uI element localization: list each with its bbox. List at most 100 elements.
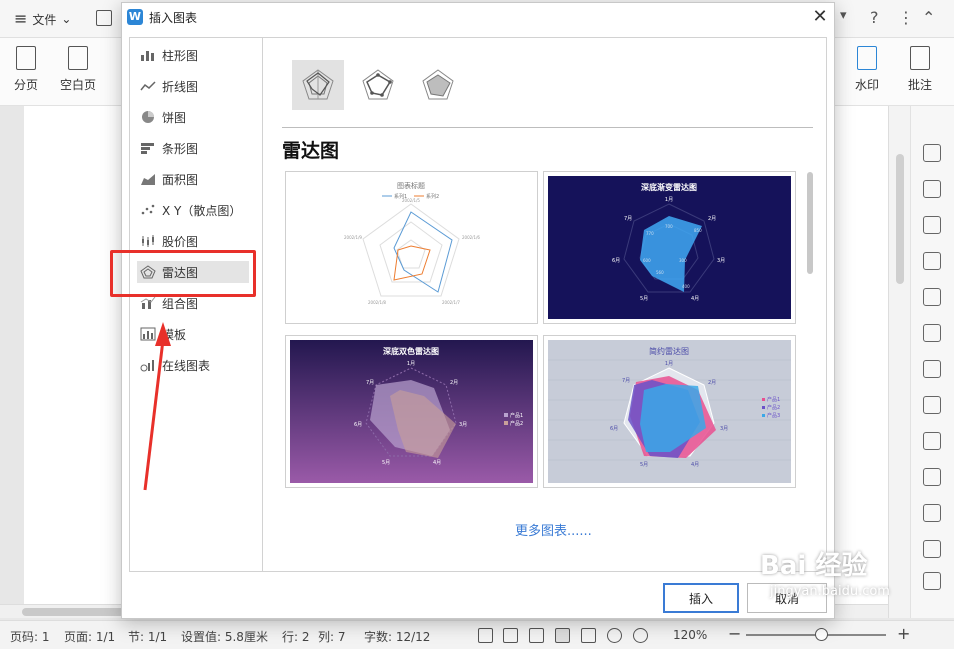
collapse-icon[interactable]: ⌃ bbox=[922, 8, 935, 30]
status-section: 节: 1/1 bbox=[128, 630, 168, 644]
dialog-body: 柱形图 折线图 饼图 条形图 面积图 X Y（散点图） 股价图 雷达图 组合图 模板 在线图表 bbox=[129, 37, 827, 572]
picture-icon[interactable] bbox=[923, 572, 941, 590]
annotation-highlight-box bbox=[110, 250, 256, 297]
chart-category-item[interactable]: 柱形图 bbox=[137, 44, 249, 66]
wps-logo-icon: W bbox=[127, 9, 143, 25]
chart-template-card[interactable]: 深底双色雷达图 1月 2月 3月 4月 5月 6月 7月 产品1 产品2 bbox=[285, 335, 538, 488]
chart-category-item[interactable]: 折线图 bbox=[137, 75, 249, 97]
shapes-icon[interactable] bbox=[923, 216, 941, 234]
save-icon[interactable] bbox=[96, 10, 112, 26]
card-4-legend-2: 产品2 bbox=[767, 404, 780, 411]
file-menu-button[interactable]: ≡ 文件 ⌄ bbox=[14, 9, 71, 29]
cursor-icon[interactable] bbox=[923, 180, 941, 198]
settings-sliders-icon[interactable] bbox=[923, 396, 941, 414]
chart-category-label: 饼图 bbox=[162, 110, 187, 125]
zoom-in-icon[interactable]: + bbox=[897, 624, 910, 643]
radar-preview-simple: 简约雷达图 1月 2月 3月 4月 5月 6月 7月 产品1 产品2 产品3 bbox=[548, 340, 791, 483]
translate-icon[interactable] bbox=[923, 504, 941, 522]
chart-icon[interactable] bbox=[923, 360, 941, 378]
card-2-axis-5: 5月 bbox=[640, 296, 648, 302]
file-menu-label: 文件 bbox=[32, 12, 57, 27]
chart-template-card[interactable]: 深底渐变雷达图 1月 2月 3月 4月 5月 6月 7月 700 850 300 bbox=[543, 171, 796, 324]
right-tool-rail bbox=[910, 106, 954, 618]
card-1-axis-2: 2002/1/6 bbox=[462, 235, 480, 240]
card-2-value-3: 300 bbox=[679, 258, 687, 263]
radar-subtype-list bbox=[292, 60, 464, 110]
chart-category-item[interactable]: 模板 bbox=[137, 323, 249, 345]
dropdown-icon[interactable]: ▾ bbox=[840, 8, 847, 30]
radar-filled-type[interactable] bbox=[412, 60, 464, 110]
radar-basic-icon bbox=[302, 69, 334, 100]
chart-category-item[interactable]: 面积图 bbox=[137, 168, 249, 190]
chart-category-label: 条形图 bbox=[162, 141, 199, 156]
page-view-icon[interactable] bbox=[555, 628, 570, 643]
comment-icon bbox=[910, 46, 930, 70]
card-2-value-1: 700 bbox=[665, 224, 673, 229]
chart-category-item[interactable]: 饼图 bbox=[137, 106, 249, 128]
image-icon[interactable] bbox=[923, 432, 941, 450]
card-3-axis-1: 1月 bbox=[407, 361, 415, 367]
radar-marker-icon bbox=[362, 69, 394, 100]
grid-icon[interactable] bbox=[923, 324, 941, 342]
read-mode-icon[interactable] bbox=[503, 628, 518, 643]
help-icon[interactable]: ? bbox=[870, 8, 879, 30]
card-3-axis-5: 5月 bbox=[382, 460, 390, 466]
card-2-value-4: 400 bbox=[682, 284, 690, 289]
baidu-watermark-url: jingyan.baidu.com bbox=[770, 584, 890, 599]
radar-basic-type[interactable] bbox=[292, 60, 344, 110]
card-4-axis-7: 7月 bbox=[622, 378, 630, 384]
chart-category-item[interactable]: 股价图 bbox=[137, 230, 249, 252]
vertical-scrollbar[interactable] bbox=[888, 106, 910, 618]
baidu-watermark: Bai 经验 bbox=[760, 551, 868, 581]
zoom-slider-knob[interactable] bbox=[815, 628, 828, 641]
fullscreen-icon[interactable] bbox=[478, 628, 493, 643]
chart-gallery: 图表标题 系列1 系列2 2002/1/5 2002/1/6 2002/1/7 bbox=[285, 171, 797, 489]
card-4-axis-5: 5月 bbox=[640, 462, 648, 468]
more-icon[interactable]: ⋮ bbox=[898, 8, 914, 30]
share-icon[interactable] bbox=[923, 468, 941, 486]
watermark-button[interactable]: 水印 bbox=[855, 46, 879, 93]
page-break-button[interactable]: 分页 bbox=[14, 46, 38, 93]
chevron-down-icon: ⌄ bbox=[61, 12, 72, 26]
area-chart-icon bbox=[140, 172, 156, 186]
chart-category-label: 柱形图 bbox=[162, 48, 199, 63]
chart-template-card[interactable]: 图表标题 系列1 系列2 2002/1/5 2002/1/6 2002/1/7 bbox=[285, 171, 538, 324]
gallery-scrollbar[interactable] bbox=[807, 172, 813, 274]
watermark-icon bbox=[857, 46, 877, 70]
zoom-out-icon[interactable]: − bbox=[728, 624, 741, 643]
chart-category-item[interactable]: X Y（散点图） bbox=[137, 199, 249, 221]
more-charts-link[interactable]: 更多图表...... bbox=[515, 520, 592, 539]
card-4-axis-1: 1月 bbox=[665, 361, 673, 367]
status-chars: 字数: 12/12 bbox=[364, 630, 431, 644]
radar-marker-type[interactable] bbox=[352, 60, 404, 110]
vertical-scroll-thumb[interactable] bbox=[896, 154, 904, 284]
horizontal-bar-icon bbox=[140, 141, 156, 155]
chart-category-item[interactable]: 在线图表 bbox=[137, 354, 249, 376]
style-icon[interactable] bbox=[923, 252, 941, 270]
status-page: 页码: 1 bbox=[10, 630, 50, 644]
chart-category-label: 模板 bbox=[162, 327, 187, 342]
card-2-axis-2: 2月 bbox=[708, 216, 716, 222]
eye-icon[interactable] bbox=[633, 628, 648, 643]
pen-icon[interactable] bbox=[923, 144, 941, 162]
radar-preview-dual: 深底双色雷达图 1月 2月 3月 4月 5月 6月 7月 产品1 产品2 bbox=[290, 340, 533, 483]
edit-icon[interactable] bbox=[529, 628, 544, 643]
chart-template-card[interactable]: 简约雷达图 1月 2月 3月 4月 5月 6月 7月 产品1 产品2 产品3 bbox=[543, 335, 796, 488]
hamburger-icon: ≡ bbox=[14, 9, 28, 28]
dialog-title: 插入图表 bbox=[149, 11, 198, 25]
card-3-title: 深底双色雷达图 bbox=[383, 346, 439, 356]
blank-page-button[interactable]: 空白页 bbox=[60, 46, 96, 93]
card-2-axis-3: 3月 bbox=[717, 258, 725, 264]
radar-preview-basic: 图表标题 系列1 系列2 2002/1/5 2002/1/6 2002/1/7 bbox=[290, 176, 533, 319]
table-icon[interactable] bbox=[923, 288, 941, 306]
zoom-level[interactable]: 120% bbox=[673, 628, 707, 642]
close-icon[interactable]: ✕ bbox=[808, 5, 832, 29]
insert-button[interactable]: 插入 bbox=[663, 583, 739, 613]
chart-category-item[interactable]: 条形图 bbox=[137, 137, 249, 159]
chart-category-label: 面积图 bbox=[162, 172, 199, 187]
chart-category-label: 股价图 bbox=[162, 234, 199, 249]
web-view-icon[interactable] bbox=[607, 628, 622, 643]
comment-button[interactable]: 批注 bbox=[908, 46, 932, 93]
outline-icon[interactable] bbox=[581, 628, 596, 643]
archive-icon[interactable] bbox=[923, 540, 941, 558]
